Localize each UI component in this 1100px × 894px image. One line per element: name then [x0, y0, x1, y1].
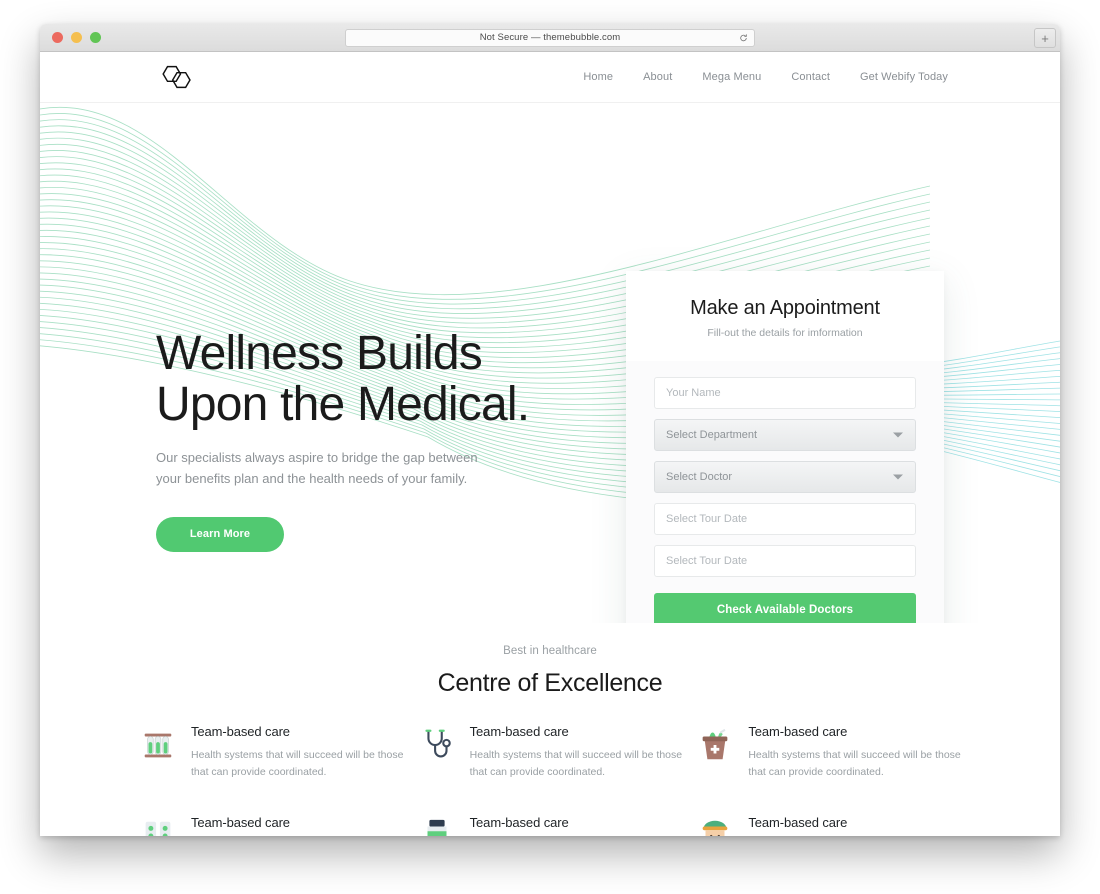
department-select-label: Select Department	[666, 429, 758, 441]
feature-cards-grid: Team-based care Health systems that will…	[139, 724, 961, 836]
medical-waste-bin-icon	[702, 728, 728, 760]
page-viewport: Home About Mega Menu Contact Get Webify …	[40, 52, 1060, 836]
appointment-subtitle: Fill-out the details for imformation	[707, 327, 863, 339]
feature-card-text: Health systems that will succeed will be…	[748, 749, 961, 778]
surgeon-face-icon	[702, 820, 728, 836]
hero-subtitle-line-2: your benefits plan and the health needs …	[156, 470, 468, 486]
feature-card[interactable]: Team-based care Health systems that will…	[139, 815, 404, 836]
check-available-doctors-button[interactable]: Check Available Doctors	[654, 593, 916, 623]
appointment-form: Select Department Select Doctor Check Av…	[626, 361, 944, 623]
feature-card[interactable]: Team-based care Health systems that will…	[418, 724, 683, 781]
appointment-title: Make an Appointment	[690, 297, 880, 319]
feature-card-title: Team-based care	[469, 815, 569, 830]
feature-card-title: Team-based care	[748, 724, 848, 739]
medicine-bottle-icon	[427, 819, 447, 836]
hero-copy: Wellness Builds Upon the Medical. Our sp…	[156, 327, 530, 552]
nav-item-mega-menu[interactable]: Mega Menu	[702, 71, 761, 83]
feature-card-body: Team-based care Health systems that will…	[470, 815, 683, 836]
name-input[interactable]	[654, 377, 916, 409]
feature-card-title: Team-based care	[748, 815, 848, 830]
nav-item-get-webify[interactable]: Get Webify Today	[860, 71, 948, 83]
nav-item-contact[interactable]: Contact	[791, 71, 830, 83]
browser-window: Not Secure — themebubble.com + Home Abou…	[40, 24, 1060, 836]
close-window-button[interactable]	[52, 32, 63, 43]
chevron-down-icon	[893, 432, 903, 438]
feature-card-body: Team-based care Health systems that will…	[748, 815, 961, 836]
centre-of-excellence-section: Best in healthcare Centre of Excellence	[40, 623, 1060, 836]
feature-card-title: Team-based care	[191, 815, 290, 830]
feature-card[interactable]: Team-based care Health systems that will…	[696, 815, 961, 836]
feature-card[interactable]: Team-based care Health systems that will…	[139, 724, 404, 781]
feature-card-body: Team-based care Health systems that will…	[191, 815, 404, 836]
minimize-window-button[interactable]	[71, 32, 82, 43]
tour-date-input-1[interactable]	[654, 503, 916, 535]
tour-date-input-2[interactable]	[654, 545, 916, 577]
section-eyebrow: Best in healthcare	[503, 645, 597, 657]
doctor-select-label: Select Doctor	[666, 471, 733, 483]
main-navigation: Home About Mega Menu Contact Get Webify …	[583, 71, 1028, 83]
feature-card-title: Team-based care	[469, 724, 569, 739]
hero-title-line-2: Upon the Medical.	[156, 378, 530, 432]
webify-hexagon-logo[interactable]	[158, 63, 196, 91]
reload-icon[interactable]	[739, 33, 748, 42]
feature-card-body: Team-based care Health systems that will…	[191, 724, 404, 781]
feature-card-text: Health systems that will succeed will be…	[191, 749, 404, 778]
browser-titlebar: Not Secure — themebubble.com +	[40, 24, 1060, 52]
doctor-select[interactable]: Select Doctor	[654, 461, 916, 493]
url-text: Not Secure — themebubble.com	[479, 32, 621, 43]
feature-card-text: Health systems that will succeed will be…	[469, 749, 683, 778]
pill-blister-pack-icon	[145, 821, 171, 836]
zoom-window-button[interactable]	[90, 32, 101, 43]
feature-card[interactable]: Team-based care Health systems that will…	[418, 815, 683, 836]
window-controls	[52, 32, 101, 43]
feature-card-body: Team-based care Health systems that will…	[470, 724, 683, 781]
feature-card-title: Team-based care	[191, 724, 290, 739]
hero-section: Wellness Builds Upon the Medical. Our sp…	[40, 103, 1060, 623]
learn-more-button[interactable]: Learn More	[156, 516, 284, 552]
section-title: Centre of Excellence	[437, 669, 663, 697]
department-select[interactable]: Select Department	[654, 419, 916, 451]
chevron-down-icon	[893, 474, 903, 480]
hero-title-line-1: Wellness Builds	[156, 327, 483, 380]
new-tab-button[interactable]: +	[1034, 28, 1056, 48]
site-header: Home About Mega Menu Contact Get Webify …	[40, 52, 1060, 103]
feature-card[interactable]: Team-based care Health systems that will…	[696, 724, 961, 781]
appointment-card: Make an Appointment Fill-out the details…	[626, 271, 944, 623]
appointment-card-header: Make an Appointment Fill-out the details…	[626, 271, 944, 361]
test-tubes-icon	[144, 733, 172, 758]
nav-item-about[interactable]: About	[643, 71, 672, 83]
feature-card-body: Team-based care Health systems that will…	[748, 724, 961, 781]
hero-subtitle-line-1: Our specialists always aspire to bridge …	[156, 449, 478, 465]
nav-item-home[interactable]: Home	[583, 71, 613, 83]
stethoscope-icon	[425, 729, 451, 758]
address-bar[interactable]: Not Secure — themebubble.com	[345, 28, 755, 47]
